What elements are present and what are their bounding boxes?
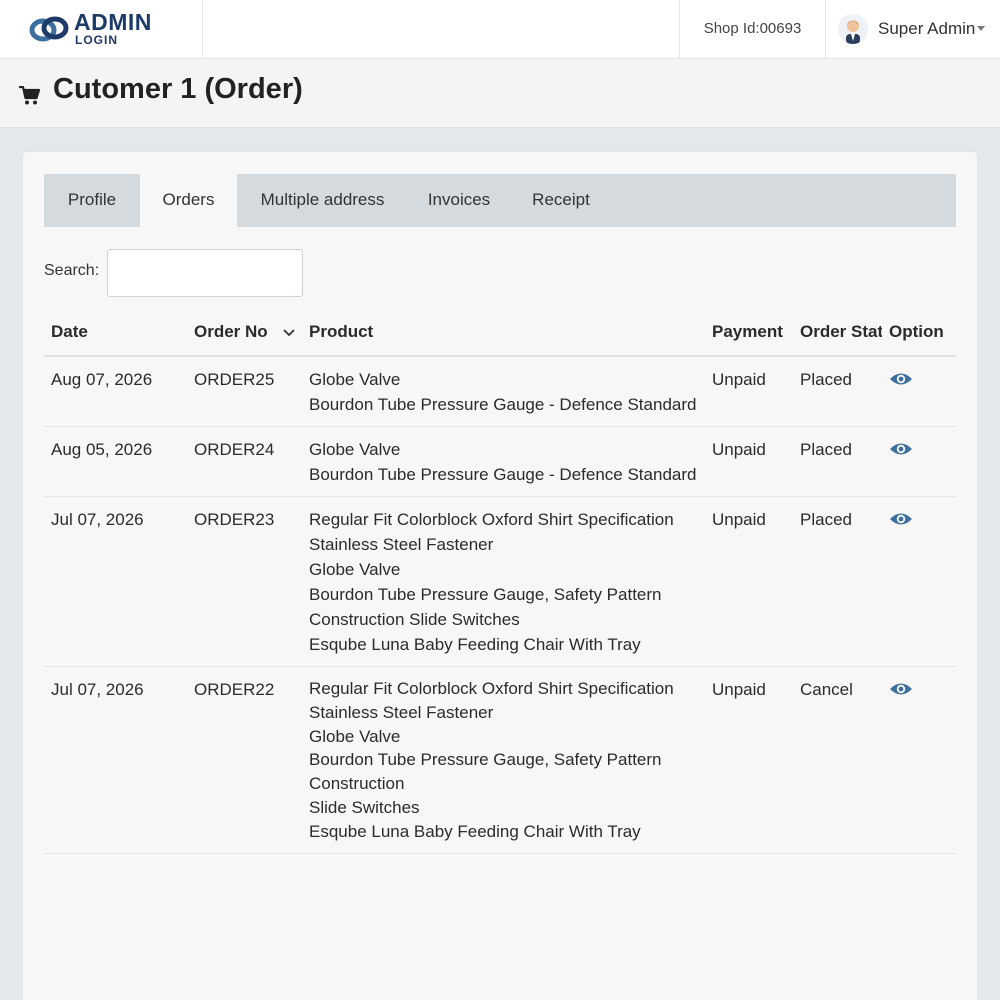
order-status: Placed xyxy=(800,440,852,459)
product-name: Regular Fit Colorblock Oxford Shirt Spec… xyxy=(309,510,674,529)
product-name: Bourdon Tube Pressure Gauge, Safety Patt… xyxy=(309,585,662,604)
user-name: Super Admin xyxy=(878,19,976,38)
order-number: ORDER24 xyxy=(194,440,275,459)
page-header: Cutomer 1 (Order) xyxy=(0,59,1000,128)
product-name: Esqube Luna Baby Feeding Chair With Tray xyxy=(309,635,641,654)
shop-id-label: Shop Id:00693 xyxy=(679,0,826,59)
payment-status: Unpaid xyxy=(712,510,766,529)
tab-multiple-address[interactable]: Multiple address xyxy=(242,174,403,227)
product-name: Construction Slide Switches xyxy=(309,610,520,629)
order-number: ORDER22 xyxy=(194,680,275,699)
orders-table: Date Order No Product Payment Order Stat… xyxy=(44,312,956,854)
table-row: Aug 07, 2026 ORDER25 Globe Valve Bourdon Tu… xyxy=(44,357,956,427)
product-name: Construction xyxy=(309,774,405,794)
chevron-down-icon[interactable] xyxy=(283,329,295,337)
column-header-payment[interactable]: Payment xyxy=(712,312,783,352)
order-number: ORDER25 xyxy=(194,370,275,389)
caret-down-icon xyxy=(977,26,985,31)
search-input[interactable] xyxy=(107,249,303,297)
order-number: ORDER23 xyxy=(194,510,275,529)
logo-icon xyxy=(29,16,69,42)
order-date: Aug 05, 2026 xyxy=(51,440,153,459)
payment-status: Unpaid xyxy=(712,680,766,699)
product-name: Stainless Steel Fastener xyxy=(309,535,494,554)
table-row: Jul 07, 2026 ORDER22 Regular Fit Colorbloc… xyxy=(44,667,956,854)
product-list: Globe Valve Bourdon Tube Pressure Gauge -… xyxy=(309,367,696,417)
avatar xyxy=(838,14,868,44)
payment-status: Unpaid xyxy=(712,370,766,389)
order-date: Jul 07, 2026 xyxy=(51,510,144,529)
product-name: Globe Valve xyxy=(309,560,401,579)
product-name: Slide Switches xyxy=(309,797,420,817)
product-name: Bourdon Tube Pressure Gauge - Defence St… xyxy=(309,465,697,484)
column-header-option: Option xyxy=(889,322,944,341)
order-status: Placed xyxy=(800,510,852,529)
tab-profile[interactable]: Profile xyxy=(44,174,140,227)
tab-receipt[interactable]: Receipt xyxy=(519,174,603,227)
table-row: Aug 05, 2026 ORDER24 Globe Valve Bourdon Tu… xyxy=(44,427,956,497)
payment-status: Unpaid xyxy=(712,440,766,459)
tab-invoices[interactable]: Invoices xyxy=(416,174,502,227)
table-header: Date Order No Product Payment Order Stat… xyxy=(44,312,956,357)
product-name: Globe Valve xyxy=(309,370,401,389)
column-header-product[interactable]: Product xyxy=(309,312,373,352)
tab-bar: Profile Orders Multiple address Invoices… xyxy=(44,174,956,227)
product-name: Bourdon Tube Pressure Gauge - Defence St… xyxy=(309,395,697,414)
order-status: Placed xyxy=(800,370,852,389)
product-list: Globe Valve Bourdon Tube Pressure Gauge -… xyxy=(309,437,696,487)
product-name: Bourdon Tube Pressure Gauge, Safety Patt… xyxy=(309,750,662,770)
user-menu-dropdown[interactable]: Super Admin xyxy=(826,0,1000,59)
eye-icon[interactable] xyxy=(889,511,913,527)
order-date: Aug 07, 2026 xyxy=(51,370,153,389)
table-body: Aug 07, 2026 ORDER25 Globe Valve Bourdon Tu… xyxy=(44,357,956,854)
table-row: Jul 07, 2026 ORDER23 Regular Fit Colorbloc… xyxy=(44,497,956,667)
tab-orders[interactable]: Orders xyxy=(140,174,237,227)
product-list: Regular Fit Colorblock Oxford Shirt Spec… xyxy=(309,507,674,657)
eye-icon[interactable] xyxy=(889,441,913,457)
order-date: Jul 07, 2026 xyxy=(51,680,144,699)
brand-logo-link[interactable]: ADMIN LOGIN xyxy=(0,0,203,59)
brand-title: ADMIN xyxy=(74,9,152,35)
order-status: Cancel xyxy=(800,680,853,699)
eye-icon[interactable] xyxy=(889,371,913,387)
column-header-order-status[interactable]: Order Stat xyxy=(800,312,882,352)
column-header-date[interactable]: Date xyxy=(51,312,88,352)
column-header-order-no[interactable]: Order No xyxy=(194,312,268,352)
brand-subtitle: LOGIN xyxy=(75,33,118,47)
search-label: Search: xyxy=(44,262,100,279)
main-card: Profile Orders Multiple address Invoices… xyxy=(23,152,977,1000)
product-list: Regular Fit Colorblock Oxford Shirt Spec… xyxy=(309,677,674,844)
product-name: Stainless Steel Fastener xyxy=(309,702,494,722)
product-name: Esqube Luna Baby Feeding Chair With Tray xyxy=(309,821,641,841)
eye-icon[interactable] xyxy=(889,681,913,697)
product-name: Regular Fit Colorblock Oxford Shirt Spec… xyxy=(309,679,674,698)
page-title: Cutomer 1 (Order) xyxy=(53,73,303,105)
product-name: Globe Valve xyxy=(309,440,401,459)
product-name: Globe Valve xyxy=(309,726,401,746)
cart-icon xyxy=(19,86,41,105)
top-navbar: ADMIN LOGIN Shop Id:00693 Super Admin xyxy=(0,0,1000,59)
